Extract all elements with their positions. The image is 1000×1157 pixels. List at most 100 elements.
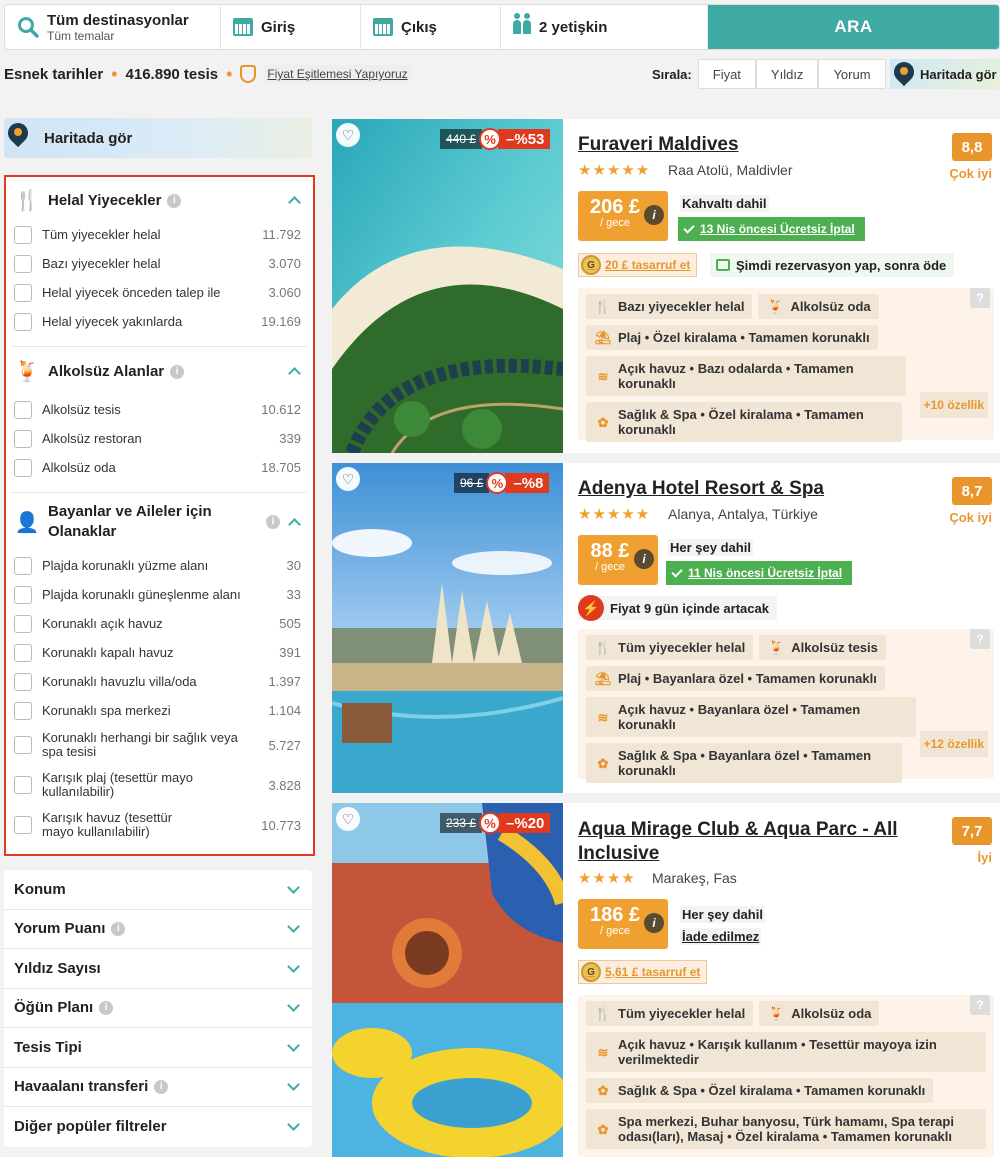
search-button[interactable]: ARA <box>708 5 999 49</box>
filter-option[interactable]: Tüm yiyecekler helal 11.792 <box>6 220 313 249</box>
review-score: 7,7 <box>952 817 992 845</box>
price-parity-link[interactable]: Fiyat Eşitlemesi Yapıyoruz <box>264 65 411 83</box>
info-icon[interactable]: i <box>167 193 182 208</box>
checkbox[interactable] <box>14 643 32 662</box>
checkbox[interactable] <box>14 312 32 331</box>
info-icon[interactable]: i <box>644 913 664 933</box>
filter-popular[interactable]: Diğer popüler filtreler <box>4 1107 312 1147</box>
saving-badge[interactable]: G 20 £ tasarruf et <box>578 253 698 277</box>
warning-text: Fiyat 9 gün içinde artacak <box>610 600 769 616</box>
filter-meal-plan[interactable]: Öğün Planı i <box>4 989 312 1028</box>
filter-option[interactable]: Karışık havuz (tesettür mayo kullanılabi… <box>6 805 313 845</box>
checkbox[interactable] <box>14 458 32 477</box>
guests-field[interactable]: 2 yetişkin <box>501 5 708 49</box>
filter-option[interactable]: Korunaklı kapalı havuz 391 <box>6 638 313 667</box>
hotel-card[interactable]: ♡ 96 £ % –%8 Adenya Hotel Resort & Spa ★… <box>332 463 1000 793</box>
price-box[interactable]: 88 £ / gece i <box>578 535 658 585</box>
price-box[interactable]: 206 £ / gece i <box>578 191 668 241</box>
checkin-field[interactable]: Giriş <box>221 5 361 49</box>
sort-price[interactable]: Fiyat <box>697 59 756 89</box>
star-rating: ★★★★★ <box>578 506 651 523</box>
filter-option[interactable]: Plajda korunaklı yüzme alanı 30 <box>6 551 313 580</box>
feature-chip: 🍴 Bazı yiyecekler helal <box>586 294 753 319</box>
review-score: 8,8 <box>952 133 992 161</box>
filter-option[interactable]: Helal yiyecek yakınlarda 19.169 <box>6 307 313 336</box>
heart-icon[interactable]: ♡ <box>336 467 360 491</box>
filter-option[interactable]: Alkolsüz tesis 10.612 <box>6 395 313 424</box>
saving-badge[interactable]: G 5,61 £ tasarruf et <box>578 960 708 984</box>
chevron-down-icon <box>287 1118 300 1132</box>
info-icon[interactable]: i <box>644 205 664 225</box>
checkbox[interactable] <box>14 776 32 794</box>
checkbox[interactable] <box>14 585 32 604</box>
filter-option[interactable]: Korunaklı herhangi bir sağlık veya spa t… <box>6 725 313 765</box>
free-cancel-badge[interactable]: 13 Nis öncesi Ücretsiz İptal <box>678 217 865 241</box>
price-box[interactable]: 186 £ / gece i <box>578 899 668 949</box>
checkbox[interactable] <box>14 283 32 302</box>
filter-section-women-families[interactable]: 👤 Bayanlar ve Aileler için Olanaklar i <box>6 493 313 551</box>
feature-chip: ✿ Sağlık & Spa • Bayanlara özel • Tamamen… <box>586 743 902 783</box>
map-view-button[interactable]: Haritada gör <box>890 59 1000 89</box>
help-icon[interactable]: ? <box>970 995 990 1015</box>
info-icon[interactable]: i <box>634 549 654 569</box>
checkbox[interactable] <box>14 736 32 754</box>
chevron-up-icon[interactable] <box>288 366 301 380</box>
filter-option[interactable]: Korunaklı spa merkezi 1.104 <box>6 696 313 725</box>
filter-option[interactable]: Alkolsüz oda 18.705 <box>6 453 313 482</box>
filter-option[interactable]: Helal yiyecek önceden talep ile 3.060 <box>6 278 313 307</box>
sort-stars[interactable]: Yıldız <box>755 59 819 89</box>
filter-option[interactable]: Korunaklı açık havuz 505 <box>6 609 313 638</box>
more-features-link[interactable]: +10 özellik <box>919 392 988 418</box>
help-icon[interactable]: ? <box>970 288 990 308</box>
checkbox[interactable] <box>14 254 32 273</box>
hotel-photo[interactable] <box>332 119 563 453</box>
hotel-card[interactable]: ♡ 233 £ % –%20 Aqua Mirage Club & Aqua P… <box>332 803 1000 1157</box>
filter-section-alcohol-free[interactable]: 🍹 Alkolsüz Alanlar i <box>6 347 313 395</box>
destination-field[interactable]: Tüm destinasyonlar Tüm temalar <box>5 5 221 49</box>
checkbox[interactable] <box>14 701 32 720</box>
filter-option[interactable]: Korunaklı havuzlu villa/oda 1.397 <box>6 667 313 696</box>
checkbox[interactable] <box>14 556 32 575</box>
filter-review-score[interactable]: Yorum Puanı i <box>4 910 312 949</box>
filter-location[interactable]: Konum <box>4 870 312 910</box>
chevron-up-icon[interactable] <box>288 517 301 531</box>
checkout-field[interactable]: Çıkış <box>361 5 501 49</box>
checkbox[interactable] <box>14 672 32 691</box>
filter-star-count[interactable]: Yıldız Sayısı <box>4 949 312 989</box>
heart-icon[interactable]: ♡ <box>336 123 360 147</box>
hotel-name[interactable]: Furaveri Maldives <box>578 133 739 157</box>
filter-airport-transfer[interactable]: Havaalanı transferi i <box>4 1068 312 1107</box>
option-label: Karışık plaj (tesettür mayo kullanılabil… <box>42 770 193 799</box>
checkbox[interactable] <box>14 429 32 448</box>
checkbox[interactable] <box>14 614 32 633</box>
help-icon[interactable]: ? <box>970 629 990 649</box>
checkbox[interactable] <box>14 225 32 244</box>
hotel-name[interactable]: Adenya Hotel Resort & Spa <box>578 477 824 501</box>
sidebar-map-button[interactable]: Haritada gör <box>4 118 312 158</box>
checkbox[interactable] <box>14 400 32 419</box>
filter-section-halal-food[interactable]: 🍴 Helal Yiyecekler i <box>6 180 313 220</box>
filter-property-type[interactable]: Tesis Tipi <box>4 1028 312 1068</box>
filter-option[interactable]: Alkolsüz restoran 339 <box>6 424 313 453</box>
free-cancel-badge[interactable]: 11 Nis öncesi Ücretsiz İptal <box>666 561 853 585</box>
info-icon[interactable]: i <box>111 922 126 937</box>
feature-chip: 🍴 Tüm yiyecekler helal <box>586 635 754 660</box>
hotel-card[interactable]: ♡ 440 £ % –%53 Furaveri Maldives ★★★★★ R… <box>332 119 1000 453</box>
info-icon[interactable]: i <box>154 1080 169 1095</box>
filter-option[interactable]: Karışık plaj (tesettür mayo kullanılabil… <box>6 765 313 805</box>
heart-icon[interactable]: ♡ <box>336 807 360 831</box>
hotel-photo[interactable] <box>332 803 563 1157</box>
sort-reviews[interactable]: Yorum <box>818 59 886 89</box>
info-icon[interactable]: i <box>99 1001 114 1016</box>
filter-option[interactable]: Plajda korunaklı güneşlenme alanı 33 <box>6 580 313 609</box>
more-features-link[interactable]: +12 özellik <box>919 731 988 757</box>
info-icon[interactable]: i <box>170 364 185 379</box>
filter-option[interactable]: Bazı yiyecekler helal 3.070 <box>6 249 313 278</box>
checkbox[interactable] <box>14 816 32 834</box>
option-count: 3.070 <box>268 256 301 271</box>
chevron-up-icon[interactable] <box>288 195 301 209</box>
filter-title: Yıldız Sayısı <box>14 959 101 977</box>
hotel-photo[interactable] <box>332 463 563 793</box>
info-icon[interactable]: i <box>266 515 280 529</box>
hotel-name[interactable]: Aqua Mirage Club & Aqua Parc - All Inclu… <box>578 818 938 866</box>
